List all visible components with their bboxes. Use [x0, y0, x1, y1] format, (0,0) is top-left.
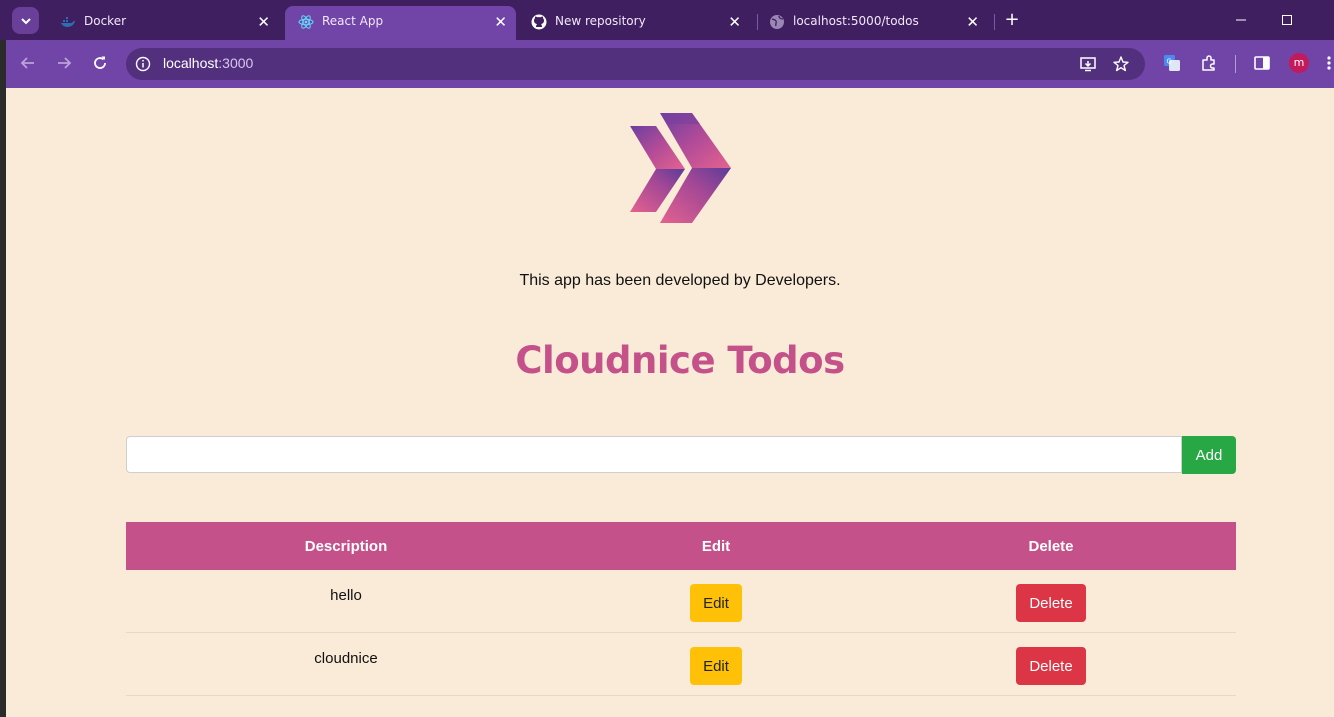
bookmark-star-icon[interactable]	[1110, 53, 1132, 75]
react-icon	[298, 14, 314, 30]
todo-description: hello	[330, 587, 362, 604]
profile-avatar[interactable]: m	[1289, 53, 1309, 73]
chevron-down-icon	[20, 17, 31, 24]
tab-title: localhost:5000/todos	[793, 14, 919, 28]
tab-title: Docker	[84, 14, 127, 28]
header-edit: Edit	[701, 537, 731, 555]
maximize-icon[interactable]	[1277, 10, 1297, 30]
edit-cell: Edit	[566, 570, 866, 632]
tab-separator	[994, 14, 995, 30]
side-panel-icon[interactable]	[1251, 52, 1273, 74]
delete-button[interactable]: Delete	[1016, 584, 1086, 622]
edit-button[interactable]: Edit	[690, 584, 742, 622]
back-arrow-icon[interactable]	[16, 51, 40, 75]
chevron-logo-icon	[630, 113, 731, 223]
tab-localhost-5000-todos[interactable]: localhost:5000/todos ✕	[756, 6, 988, 40]
browser-toolbar: localhost:3000 G m	[6, 40, 1334, 87]
table-header: Description Edit Delete	[126, 522, 1236, 570]
table-row: cloudnice Edit Delete	[126, 633, 1236, 696]
toolbar-divider	[1235, 55, 1236, 73]
close-tab-icon[interactable]: ✕	[257, 14, 270, 30]
browser-tab-strip: Docker ✕ React App ✕ New repository ✕ lo…	[0, 0, 1334, 40]
page-title: Cloudnice Todos	[515, 339, 845, 382]
url-port: :3000	[218, 55, 254, 71]
url-text[interactable]: localhost:3000	[163, 55, 253, 71]
header-delete: Delete	[1028, 537, 1074, 555]
close-tab-icon[interactable]: ✕	[494, 14, 507, 30]
translate-icon[interactable]: G	[1161, 52, 1183, 74]
browser-menu-icon[interactable]	[1325, 52, 1333, 74]
minimize-icon[interactable]	[1231, 10, 1251, 30]
tab-new-repository[interactable]: New repository ✕	[518, 6, 750, 40]
delete-button[interactable]: Delete	[1016, 647, 1086, 685]
close-tab-icon[interactable]: ✕	[966, 14, 979, 30]
new-tab-button[interactable]: +	[1003, 11, 1021, 29]
close-tab-icon[interactable]: ✕	[728, 14, 741, 30]
developer-credit-text: This app has been developed by Developer…	[519, 272, 841, 289]
site-info-icon[interactable]	[135, 56, 151, 72]
extensions-puzzle-icon[interactable]	[1198, 52, 1220, 74]
delete-cell: Delete	[866, 570, 1236, 632]
add-todo-button[interactable]: Add	[1182, 436, 1236, 474]
delete-cell: Delete	[866, 633, 1236, 695]
header-description: Description	[304, 537, 388, 555]
tab-title: React App	[322, 14, 384, 28]
install-app-icon[interactable]	[1077, 53, 1099, 75]
edit-cell: Edit	[566, 633, 866, 695]
tab-search-button[interactable]	[12, 7, 39, 34]
page-content: This app has been developed by Developer…	[6, 87, 1334, 717]
docker-icon	[60, 14, 76, 30]
reload-icon[interactable]	[88, 51, 112, 75]
globe-icon	[769, 14, 785, 30]
github-icon	[531, 14, 547, 30]
todos-table: Description Edit Delete hello Edit Delet…	[126, 522, 1236, 696]
tab-docker[interactable]: Docker ✕	[47, 6, 279, 40]
tab-react-app[interactable]: React App ✕	[285, 6, 516, 40]
app-logo	[630, 113, 732, 225]
address-bar[interactable]: localhost:3000	[126, 48, 1145, 80]
svg-text:G: G	[1167, 58, 1172, 66]
edit-button[interactable]: Edit	[690, 647, 742, 685]
forward-arrow-icon[interactable]	[52, 51, 76, 75]
table-row: hello Edit Delete	[126, 570, 1236, 633]
tab-title: New repository	[555, 14, 646, 28]
todo-description-input[interactable]	[126, 436, 1182, 473]
url-host: localhost	[163, 55, 219, 71]
todo-description: cloudnice	[314, 650, 378, 667]
